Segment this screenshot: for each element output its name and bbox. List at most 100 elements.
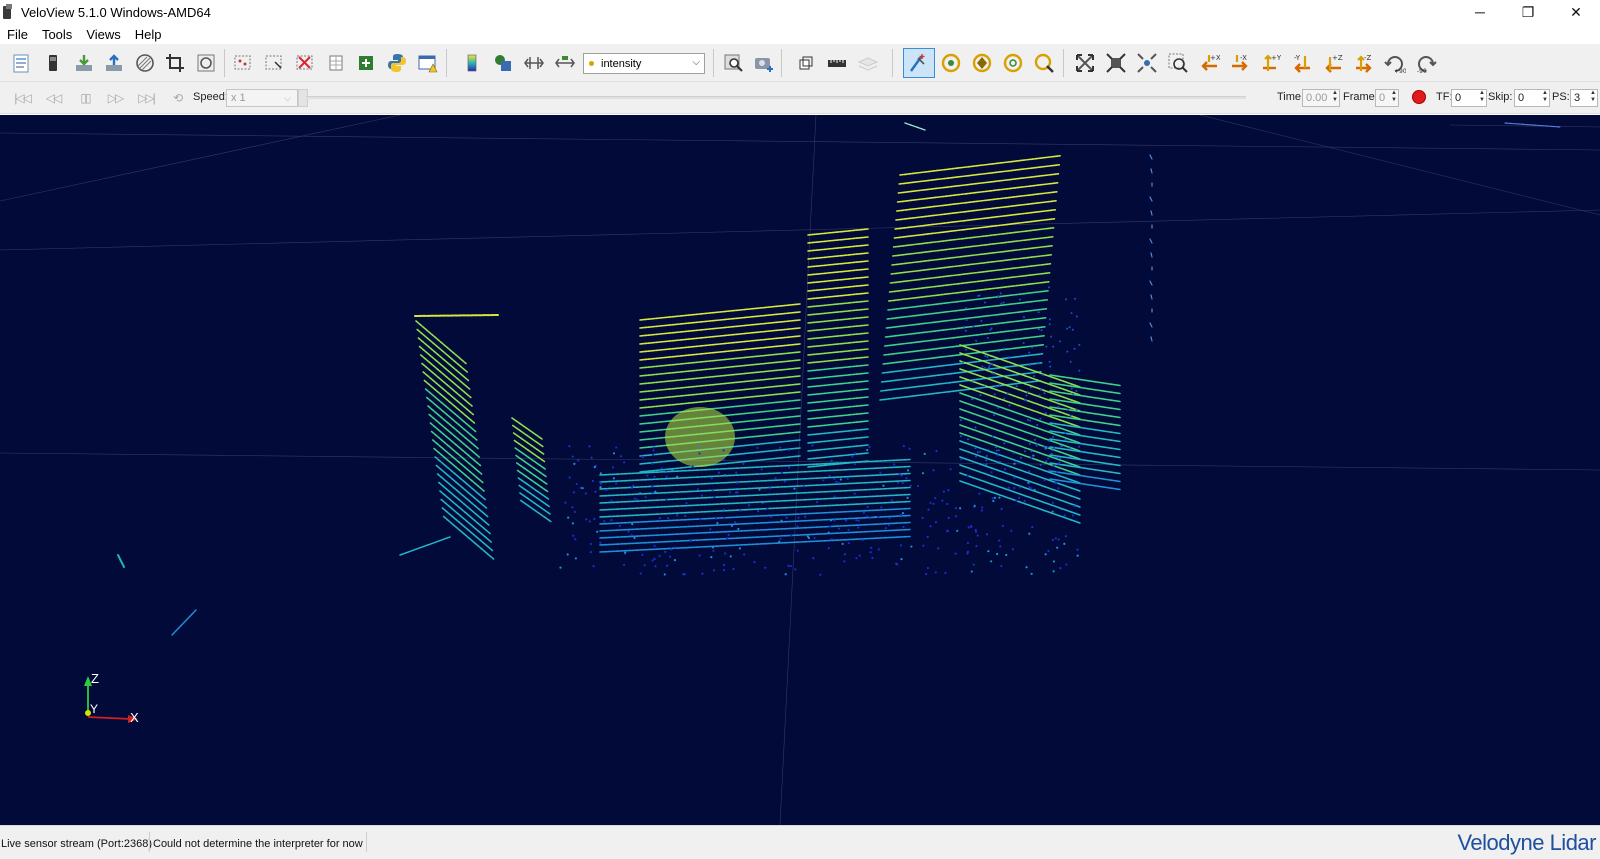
restore-button[interactable]: ❐ [1504,0,1552,24]
interaction-mode-icon[interactable] [903,48,935,78]
loop-icon[interactable]: ⟲ [168,90,186,106]
svg-text:+Z: +Z [1332,54,1343,62]
minimize-button[interactable]: ─ [1456,0,1504,24]
clear-selection-icon[interactable] [292,50,318,76]
close-button[interactable]: ✕ [1552,0,1600,24]
spin-arrows-icon: ▲ ▼ [1332,90,1338,104]
time-label: Time [1277,91,1301,103]
export-icon[interactable] [101,50,127,76]
first-frame-icon[interactable]: |◁◁ [13,90,31,106]
z-axis-label: Z [91,671,99,686]
copy-view-icon[interactable] [793,50,819,76]
view-minus-z-icon[interactable]: -Z [1351,50,1377,76]
svg-text:-X: -X [1240,54,1247,62]
zoom-to-box-icon[interactable] [1165,50,1191,76]
svg-text:-Z: -Z [1364,54,1372,62]
window-controls: ─ ❐ ✕ [1456,0,1600,24]
x-axis [88,717,130,719]
view-plus-z-icon[interactable]: +Z [1320,50,1346,76]
view-minus-x-icon[interactable]: -X [1227,50,1253,76]
tf-value: 0 [1455,92,1461,104]
step-forward-icon[interactable]: ▷▷ [106,90,124,106]
ps-label: PS: [1552,91,1570,103]
time-value: 0.00 [1306,92,1327,104]
pick-center-icon[interactable] [969,50,995,76]
svg-text:-90: -90 [1417,68,1427,74]
screenshot-icon[interactable] [751,50,777,76]
zoom-closest-icon[interactable] [1031,50,1057,76]
status-message: Could not determine the interpreter for … [153,838,363,850]
pause-icon[interactable]: ▯▯ [76,90,94,106]
view-minus-y-icon[interactable]: -Y [1289,50,1315,76]
step-back-icon[interactable]: ◁◁ [44,90,62,106]
svg-text:-Y: -Y [1294,54,1301,62]
spin-arrows-icon: ▲ ▼ [1391,90,1397,104]
color-by-value: intensity [601,58,641,70]
rescale-custom-icon[interactable] [552,50,578,76]
rotate-view-icon[interactable] [193,50,219,76]
skip-value: 0 [1518,92,1524,104]
menu-views[interactable]: Views [79,27,127,42]
rotate-plus-90-icon[interactable]: +90 [1382,50,1408,76]
python-shell-warning-icon[interactable] [415,50,441,76]
reset-camera-icon[interactable] [1072,50,1098,76]
color-legend-icon[interactable] [459,50,485,76]
frame-spinbox[interactable]: 0 ▲ ▼ [1375,89,1399,107]
grid [0,115,1600,825]
spreadsheet-icon[interactable] [323,50,349,76]
ps-spinbox[interactable]: 3 ▲ ▼ [1570,89,1598,107]
speed-value: x 1 [231,92,246,104]
svg-text:+90: +90 [1394,68,1406,74]
speed-select[interactable]: x 1 ⌵ [226,89,298,107]
x-axis-label: X [130,710,139,725]
spin-arrows-icon: ▲ ▼ [1590,90,1596,104]
rescale-range-icon[interactable] [521,50,547,76]
reset-center-icon[interactable] [1000,50,1026,76]
color-by-select[interactable]: intensity ⌵ [583,53,705,74]
menu-file[interactable]: File [0,27,35,42]
ruler-icon[interactable] [824,50,850,76]
center-rotation-icon[interactable] [938,50,964,76]
color-map-editor-icon[interactable] [490,50,516,76]
open-file-icon[interactable] [8,50,34,76]
layers-icon[interactable] [855,50,881,76]
timeline-slider[interactable] [306,96,1246,99]
add-view-icon[interactable] [353,50,379,76]
title-bar: VeloView 5.1.0 Windows-AMD64 ─ ❐ ✕ [0,0,1600,24]
view-plus-x-icon[interactable]: +X [1196,50,1222,76]
frame-value: 0 [1379,92,1385,104]
app-icon [3,4,15,20]
spin-arrows-icon: ▲ ▼ [1542,90,1548,104]
zoom-to-points-icon[interactable] [1134,50,1160,76]
save-icon[interactable] [71,50,97,76]
menu-tools[interactable]: Tools [35,27,79,42]
crop-icon[interactable] [162,50,188,76]
view-plus-y-icon[interactable]: +Y [1258,50,1284,76]
record-icon[interactable] [1412,90,1426,104]
skip-label: Skip: [1488,91,1512,103]
spin-arrows-icon: ▲ ▼ [1479,90,1485,104]
rotate-minus-90-icon[interactable]: -90 [1413,50,1439,76]
window-title: VeloView 5.1.0 Windows-AMD64 [21,5,211,20]
status-stream: Live sensor stream (Port:2368) [1,838,152,850]
skip-spinbox[interactable]: 0 ▲ ▼ [1514,89,1550,107]
status-bar: Live sensor stream (Port:2368) Could not… [0,825,1600,859]
tf-spinbox[interactable]: 0 ▲ ▼ [1451,89,1487,107]
chevron-down-icon: ⌵ [284,90,291,106]
svg-text:+X: +X [1210,54,1220,62]
menu-help[interactable]: Help [128,27,169,42]
python-icon[interactable] [384,50,410,76]
select-region-icon[interactable] [261,50,287,76]
time-spinbox[interactable]: 0.00 ▲ ▼ [1302,89,1340,107]
select-points-icon[interactable] [230,50,256,76]
y-axis-label: Y [90,702,98,716]
render-view[interactable]: Z Y X [0,115,1600,825]
sensor-stream-icon[interactable] [40,50,66,76]
playback-toolbar: |◁◁ ◁◁ ▯▯ ▷▷ ▷▷| ⟲ Speed: x 1 ⌵ Time 0.0… [0,82,1600,114]
svg-text:+Y: +Y [1271,54,1282,62]
axes-widget: Z Y X [84,671,139,725]
find-data-icon[interactable] [721,50,747,76]
calibration-icon[interactable] [132,50,158,76]
last-frame-icon[interactable]: ▷▷| [137,90,155,106]
zoom-to-data-icon[interactable] [1103,50,1129,76]
